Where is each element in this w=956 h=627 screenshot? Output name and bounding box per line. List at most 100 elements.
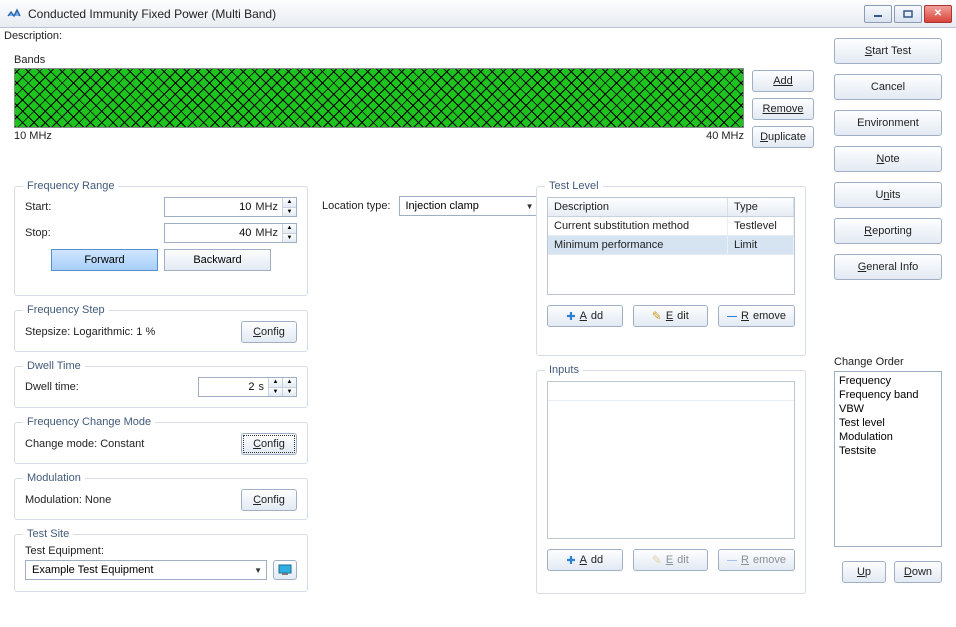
- bands-remove-button[interactable]: Remove: [752, 98, 814, 120]
- inputs-list[interactable]: [547, 381, 795, 539]
- test-level-legend: Test Level: [545, 180, 603, 192]
- stepsize-text: Stepsize: Logarithmic: 1 %: [25, 326, 155, 338]
- titlebar: Conducted Immunity Fixed Power (Multi Ba…: [0, 0, 956, 28]
- spin-up-icon[interactable]: ▲: [269, 378, 282, 387]
- test-level-table[interactable]: Description Type Current substitution me…: [547, 197, 795, 295]
- test-level-header-description[interactable]: Description: [548, 198, 728, 216]
- modulation-config-button[interactable]: Config: [241, 489, 297, 511]
- change-order-list[interactable]: Frequency Frequency band VBW Test level …: [834, 371, 942, 547]
- frequency-range-group: Frequency Range Start: MHz ▲▼ Stop: MHz …: [14, 186, 308, 296]
- frequency-step-config-button[interactable]: Config: [241, 321, 297, 343]
- change-mode-text: Change mode: Constant: [25, 438, 144, 450]
- plus-icon: [566, 310, 575, 323]
- stop-label: Stop:: [25, 227, 85, 239]
- inputs-add-button[interactable]: Add: [547, 549, 623, 571]
- general-info-button[interactable]: General Info: [834, 254, 942, 280]
- spin-up-icon[interactable]: ▲: [283, 378, 296, 387]
- change-mode-config-button[interactable]: Config: [241, 433, 297, 455]
- pencil-icon: [652, 309, 662, 323]
- minimize-button[interactable]: [864, 5, 892, 23]
- test-equipment-select[interactable]: Example Test Equipment ▼: [25, 560, 267, 580]
- spin-down-icon[interactable]: ▼: [283, 387, 296, 397]
- spin-down-icon[interactable]: ▼: [269, 387, 282, 397]
- location-type-row: Location type: Injection clamp ▼: [322, 196, 539, 216]
- inputs-edit-button[interactable]: Edit: [633, 549, 709, 571]
- note-button[interactable]: Note: [834, 146, 942, 172]
- frequency-change-mode-group: Frequency Change Mode Change mode: Const…: [14, 422, 308, 464]
- description-label: Description:: [4, 30, 62, 42]
- dwell-time-group: Dwell Time Dwell time: s ▲▼ ▲▼: [14, 366, 308, 408]
- bands-section: Bands 10 MHz 40 MHz Add Remove Duplicate: [14, 68, 820, 142]
- change-order-down-button[interactable]: Down: [894, 561, 942, 583]
- test-level-group: Test Level Description Type Current subs…: [536, 186, 806, 356]
- bands-duplicate-button[interactable]: Duplicate: [752, 126, 814, 148]
- forward-toggle[interactable]: Forward: [51, 249, 158, 271]
- bands-label: Bands: [14, 54, 45, 66]
- cancel-button[interactable]: Cancel: [834, 74, 942, 100]
- close-button[interactable]: ✕: [924, 5, 952, 23]
- start-frequency-input[interactable]: MHz ▲▼: [164, 197, 297, 217]
- maximize-button[interactable]: [894, 5, 922, 23]
- spin-up-icon[interactable]: ▲: [283, 198, 296, 207]
- list-item[interactable]: Testsite: [839, 444, 937, 458]
- backward-toggle[interactable]: Backward: [164, 249, 271, 271]
- frequency-step-group: Frequency Step Stepsize: Logarithmic: 1 …: [14, 310, 308, 352]
- minus-icon: [727, 310, 737, 322]
- right-button-column: Start Test Cancel Environment Note Units…: [834, 38, 942, 280]
- list-item[interactable]: VBW: [839, 402, 937, 416]
- test-level-edit-button[interactable]: Edit: [633, 305, 709, 327]
- bands-min-tick: 10 MHz: [14, 130, 52, 142]
- chevron-down-icon: ▼: [254, 566, 262, 575]
- plus-icon: [566, 554, 575, 567]
- table-row[interactable]: Current substitution method Testlevel: [548, 217, 794, 236]
- bands-add-button[interactable]: Add: [752, 70, 814, 92]
- app-icon: [6, 6, 22, 22]
- chevron-down-icon: ▼: [526, 202, 534, 211]
- window-title: Conducted Immunity Fixed Power (Multi Ba…: [28, 7, 864, 21]
- change-order-up-button[interactable]: Up: [842, 561, 886, 583]
- list-item[interactable]: Frequency: [839, 374, 937, 388]
- frequency-step-legend: Frequency Step: [23, 304, 109, 316]
- list-item[interactable]: Test level: [839, 416, 937, 430]
- inputs-legend: Inputs: [545, 364, 583, 376]
- monitor-icon: [278, 564, 292, 576]
- frequency-change-mode-legend: Frequency Change Mode: [23, 416, 155, 428]
- spin-down-icon[interactable]: ▼: [283, 233, 296, 243]
- dwell-time-label: Dwell time:: [25, 381, 105, 393]
- dwell-time-legend: Dwell Time: [23, 360, 85, 372]
- bands-max-tick: 40 MHz: [706, 130, 744, 142]
- spin-down-icon[interactable]: ▼: [283, 207, 296, 217]
- minus-icon: [727, 554, 737, 566]
- change-order-section: Change Order Frequency Frequency band VB…: [834, 356, 942, 583]
- dwell-time-input[interactable]: s ▲▼ ▲▼: [198, 377, 298, 397]
- test-level-header-type[interactable]: Type: [728, 198, 794, 216]
- start-test-button[interactable]: Start Test: [834, 38, 942, 64]
- modulation-legend: Modulation: [23, 472, 85, 484]
- modulation-text: Modulation: None: [25, 494, 111, 506]
- location-type-label: Location type:: [322, 200, 391, 212]
- stop-frequency-input[interactable]: MHz ▲▼: [164, 223, 297, 243]
- test-equipment-label: Test Equipment:: [25, 545, 297, 557]
- start-label: Start:: [25, 201, 85, 213]
- test-equipment-browse-button[interactable]: [273, 560, 297, 580]
- inputs-group: Inputs Add Edit Remove: [536, 370, 806, 594]
- pencil-icon: [652, 553, 662, 567]
- band-segment[interactable]: [15, 69, 743, 127]
- test-level-remove-button[interactable]: Remove: [718, 305, 795, 327]
- table-row[interactable]: Minimum performance Limit: [548, 236, 794, 255]
- units-button[interactable]: Units: [834, 182, 942, 208]
- change-order-label: Change Order: [834, 356, 942, 368]
- bands-visualization[interactable]: [14, 68, 744, 128]
- spin-up-icon[interactable]: ▲: [283, 224, 296, 233]
- environment-button[interactable]: Environment: [834, 110, 942, 136]
- frequency-range-legend: Frequency Range: [23, 180, 118, 192]
- inputs-remove-button[interactable]: Remove: [718, 549, 795, 571]
- modulation-group: Modulation Modulation: None Config: [14, 478, 308, 520]
- reporting-button[interactable]: Reporting: [834, 218, 942, 244]
- list-item[interactable]: Modulation: [839, 430, 937, 444]
- test-site-legend: Test Site: [23, 528, 73, 540]
- location-type-select[interactable]: Injection clamp ▼: [399, 196, 539, 216]
- list-item[interactable]: Frequency band: [839, 388, 937, 402]
- test-level-add-button[interactable]: Add: [547, 305, 623, 327]
- test-site-group: Test Site Test Equipment: Example Test E…: [14, 534, 308, 592]
